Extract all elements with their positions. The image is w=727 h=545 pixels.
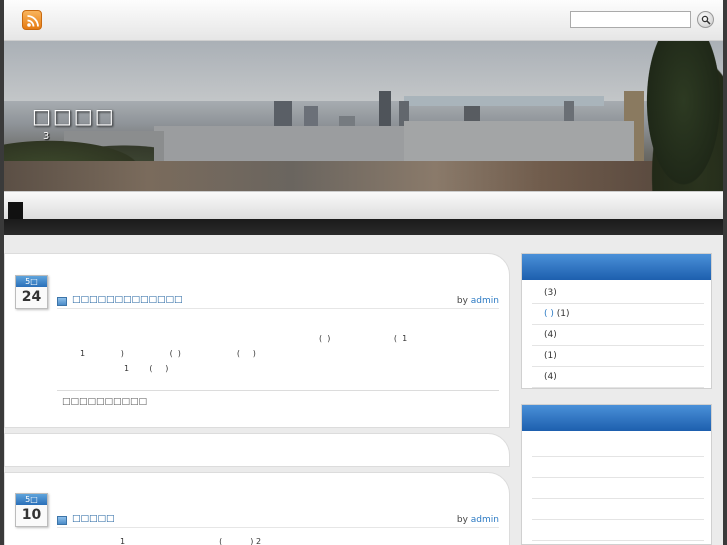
post-byline: by admin xyxy=(457,296,499,306)
top-bar xyxy=(4,0,723,41)
widget-divider xyxy=(532,519,704,520)
sidebar-widget xyxy=(521,404,712,545)
rss-feed-icon[interactable] xyxy=(22,10,42,30)
site-title[interactable]: □□□□ xyxy=(32,104,116,128)
search-input[interactable] xyxy=(570,11,691,28)
post-icon xyxy=(57,516,67,525)
magnifier-icon xyxy=(701,15,711,25)
post-card xyxy=(4,433,510,467)
author-link[interactable]: admin xyxy=(471,515,499,525)
widget-divider xyxy=(532,498,704,499)
byline-by: by xyxy=(456,515,468,525)
date-month: 5□ xyxy=(16,276,47,287)
widget-divider xyxy=(532,456,704,457)
post-title-row: □□□□□ by admin xyxy=(57,514,499,528)
main-nav xyxy=(4,191,723,220)
category-count: (4) xyxy=(544,372,557,382)
post-card: 5□ 24 □□□□□□□□□□□□□ by admin ( ) ( 1 1 )… xyxy=(4,253,510,428)
sidebar-category-item[interactable]: (4) xyxy=(532,367,704,388)
sidebar-category-item[interactable]: (1) xyxy=(532,346,704,367)
sidebar-category-item[interactable]: (4) xyxy=(532,325,704,346)
widget-divider xyxy=(532,477,704,478)
category-count: (3) xyxy=(544,288,557,298)
search-button[interactable] xyxy=(697,11,714,28)
post-text-line: 1 ( ) 2 xyxy=(120,537,262,545)
post-text-line: ( ) ( 1 xyxy=(319,334,408,343)
nav-item-home[interactable] xyxy=(8,202,23,220)
widget-header xyxy=(522,405,711,431)
date-badge: 5□ 24 xyxy=(15,275,48,309)
post-icon xyxy=(57,297,67,306)
post-title-link[interactable]: □□□□□□□□□□□□□ xyxy=(72,295,183,305)
widget-divider xyxy=(532,540,704,541)
widget-header xyxy=(522,254,711,280)
category-count: (1) xyxy=(556,309,570,319)
sidebar-category-item[interactable]: ( ) (1) xyxy=(532,304,704,325)
byline-by: by xyxy=(456,296,468,306)
date-day: 24 xyxy=(21,289,42,305)
post-title-row: □□□□□□□□□□□□□ by admin xyxy=(57,295,499,309)
post-title-link[interactable]: □□□□□ xyxy=(72,514,115,524)
post-byline: by admin xyxy=(457,515,499,525)
date-day: 10 xyxy=(21,507,42,523)
nav-shadow-bar xyxy=(4,219,723,235)
category-count: (1) xyxy=(544,351,557,361)
category-count: (4) xyxy=(544,330,557,340)
author-link[interactable]: admin xyxy=(471,296,499,306)
post-divider xyxy=(57,390,499,391)
post-text-line: 1 ( ) xyxy=(124,364,169,373)
date-badge: 5□ 10 xyxy=(15,493,48,527)
sidebar-category-item[interactable]: (3) xyxy=(532,283,704,304)
post-tags: □□□□□□□□□□ xyxy=(62,397,148,407)
date-month: 5□ xyxy=(16,494,47,505)
category-link[interactable]: ( ) xyxy=(544,309,554,319)
site-description: 3 xyxy=(43,131,50,142)
sidebar-widget-categories: (3) ( ) (1) (4) (1) (4) xyxy=(521,253,712,389)
post-text-line: 1 ) ( ) ( ) xyxy=(80,349,256,358)
post-card: 5□ 10 □□□□□ by admin 1 ( ) 2 xyxy=(4,472,510,545)
